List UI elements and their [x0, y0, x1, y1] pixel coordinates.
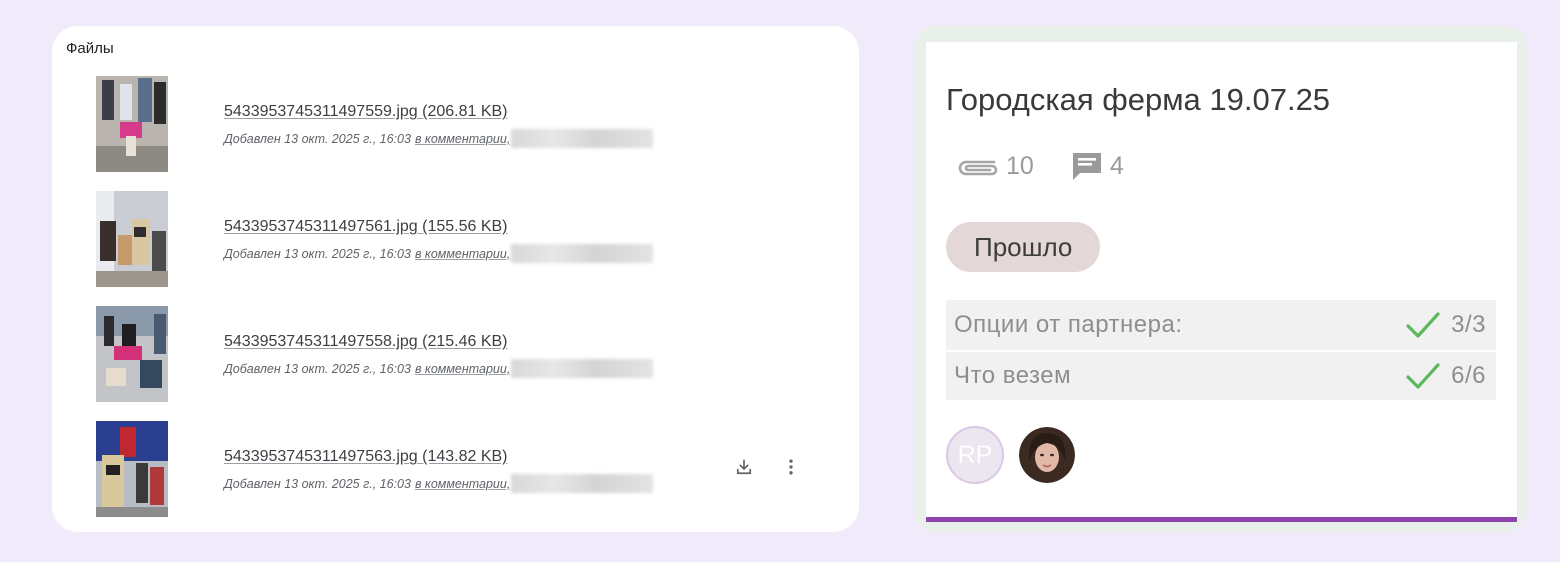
comment-link[interactable]: в комментарии,	[415, 477, 510, 491]
file-meta: Добавлен 13 окт. 2025 г., 16:03 в коммен…	[224, 244, 654, 263]
files-title: Файлы	[66, 40, 114, 57]
more-options-button[interactable]	[779, 455, 803, 479]
checklist-label: Что везем	[954, 362, 1072, 389]
file-meta: Добавлен 13 окт. 2025 г., 16:03 в коммен…	[224, 474, 654, 493]
comment-link[interactable]: в комментарии,	[415, 247, 510, 261]
file-added-date: Добавлен 13 окт. 2025 г., 16:03	[224, 361, 411, 376]
comments-stat: 4	[1070, 150, 1124, 182]
card-frame: Городская ферма 19.07.25 10 4 Прошло Опц…	[914, 26, 1527, 532]
file-added-date: Добавлен 13 окт. 2025 г., 16:03	[224, 246, 411, 261]
attachments-count: 10	[1006, 151, 1034, 180]
download-icon	[736, 459, 752, 475]
file-meta: Добавлен 13 окт. 2025 г., 16:03 в коммен…	[224, 129, 654, 148]
file-thumbnail[interactable]	[96, 191, 168, 287]
more-vertical-icon	[789, 459, 793, 475]
file-thumbnail[interactable]	[96, 421, 168, 517]
file-name-link[interactable]: 5433953745311497561.jpg (155.56 KB)	[224, 218, 508, 236]
file-name-link[interactable]: 5433953745311497563.jpg (143.82 KB)	[224, 448, 508, 466]
event-card[interactable]: Городская ферма 19.07.25 10 4 Прошло Опц…	[926, 42, 1517, 522]
card-title: Городская ферма 19.07.25	[946, 82, 1331, 117]
status-badge: Прошло	[946, 222, 1101, 272]
file-row[interactable]: 5433953745311497559.jpg (206.81 KB) Доба…	[52, 76, 859, 174]
file-row[interactable]: 5433953745311497558.jpg (215.46 KB) Доба…	[52, 306, 859, 404]
card-stats: 10 4	[954, 150, 1160, 182]
blurred-author	[511, 474, 654, 493]
blurred-author	[511, 129, 654, 148]
file-added-date: Добавлен 13 окт. 2025 г., 16:03	[224, 131, 411, 146]
check-icon	[1406, 363, 1440, 389]
file-row[interactable]: 5433953745311497561.jpg (155.56 KB) Доба…	[52, 191, 859, 289]
file-name-link[interactable]: 5433953745311497558.jpg (215.46 KB)	[224, 333, 508, 351]
comment-link[interactable]: в комментарии,	[415, 362, 510, 376]
file-thumbnail[interactable]	[96, 306, 168, 402]
file-added-date: Добавлен 13 окт. 2025 г., 16:03	[224, 476, 411, 491]
download-button[interactable]	[732, 455, 756, 479]
files-panel: Файлы 5433953745311497559.jpg (206.81 KB…	[52, 26, 859, 532]
comment-icon	[1072, 153, 1101, 180]
file-thumbnail[interactable]	[96, 76, 168, 172]
check-icon	[1406, 312, 1440, 338]
blurred-author	[511, 359, 654, 378]
checklist-row[interactable]: Опции от партнера: 3/3	[946, 300, 1496, 350]
avatar[interactable]: RP	[946, 426, 1004, 484]
blurred-author	[511, 244, 654, 263]
comment-link[interactable]: в комментарии,	[415, 132, 510, 146]
paperclip-icon	[958, 160, 998, 176]
card-members: RP	[946, 426, 1075, 484]
checklist-row[interactable]: Что везем 6/6	[946, 350, 1496, 400]
checklist-progress: 3/3	[1451, 311, 1486, 338]
checklists: Опции от партнера: 3/3 Что везем 6/6	[946, 300, 1496, 400]
file-meta: Добавлен 13 окт. 2025 г., 16:03 в коммен…	[224, 359, 654, 378]
checklist-progress: 6/6	[1451, 362, 1486, 389]
file-name-link[interactable]: 5433953745311497559.jpg (206.81 KB)	[224, 103, 508, 121]
comments-count: 4	[1109, 151, 1124, 180]
file-row[interactable]: 5433953745311497563.jpg (143.82 KB) Доба…	[52, 421, 859, 519]
checklist-label: Опции от партнера:	[954, 311, 1183, 338]
attachments-stat: 10	[954, 152, 1034, 181]
avatar[interactable]	[1019, 427, 1075, 483]
